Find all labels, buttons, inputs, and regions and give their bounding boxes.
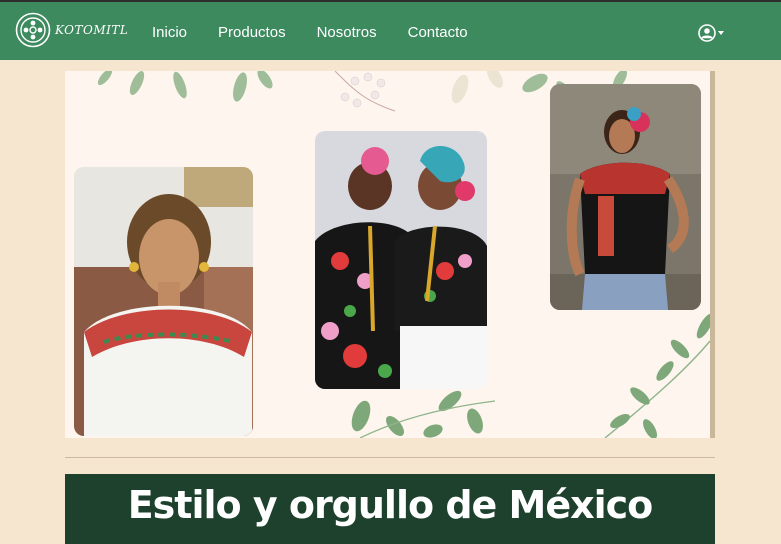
caret-down-icon <box>718 31 724 35</box>
nav-link-productos[interactable]: Productos <box>218 24 286 41</box>
hero-photo-right <box>550 84 701 310</box>
page-headline: Estilo y orgullo de México <box>127 483 654 527</box>
nav-link-inicio[interactable]: Inicio <box>152 24 187 41</box>
brand[interactable]: KOTOMITL <box>15 12 128 48</box>
hero-banner <box>65 71 715 438</box>
account-menu-toggle[interactable] <box>698 24 724 42</box>
nav-link-nosotros[interactable]: Nosotros <box>317 24 377 41</box>
hero-photo-center <box>315 131 487 389</box>
user-circle-icon <box>698 24 716 42</box>
flower-emblem-icon <box>15 12 51 48</box>
brand-name: KOTOMITL <box>55 23 129 37</box>
section-divider <box>65 457 715 458</box>
main-nav: Inicio Productos Nosotros Contacto <box>152 24 499 41</box>
hero-edge <box>710 71 715 438</box>
nav-link-contacto[interactable]: Contacto <box>408 24 468 41</box>
hero-photo-left <box>74 167 253 436</box>
navbar: KOTOMITL Inicio Productos Nosotros Conta… <box>0 0 781 60</box>
